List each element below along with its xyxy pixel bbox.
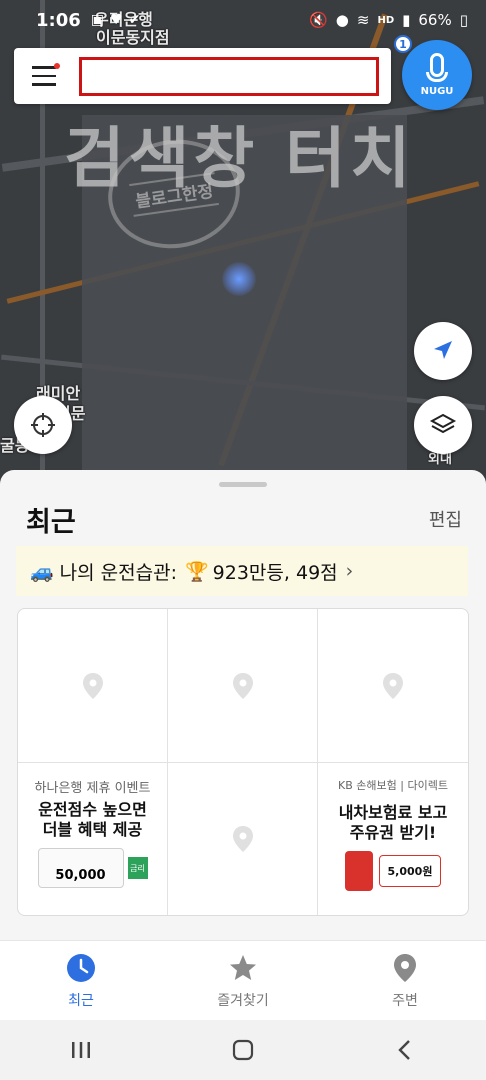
ad-subtitle: 하나은행 제휴 이벤트 bbox=[34, 781, 151, 796]
check-icon: ✔ bbox=[128, 12, 141, 28]
notification-icons: ▣ ♥ ✔ bbox=[91, 12, 141, 28]
trophy-icon: 🏆 bbox=[185, 560, 209, 583]
chevron-right-icon: › bbox=[345, 560, 354, 582]
system-navigation-bar bbox=[0, 1020, 486, 1080]
ad-amount: 50,000 bbox=[55, 868, 106, 883]
search-input[interactable] bbox=[79, 57, 379, 96]
kb-logo: KB 손해보험 | 다이렉트 bbox=[338, 779, 448, 792]
hana-bank-ad[interactable]: 하나은행 제휴 이벤트 운전점수 높으면 더블 혜택 제공 50,000 금리 bbox=[18, 763, 168, 915]
location-pin-icon bbox=[82, 672, 103, 699]
recent-place-slot[interactable] bbox=[18, 609, 168, 763]
bottom-navigation: 최근 즐겨찾기 주변 bbox=[0, 940, 486, 1020]
recent-place-slot[interactable] bbox=[168, 763, 318, 915]
kb-insurance-ad[interactable]: KB 손해보험 | 다이렉트 내차보험료 보고 주유권 받기! 5,000원 bbox=[318, 763, 468, 915]
fuel-pump-icon bbox=[345, 851, 373, 891]
network-label: HD bbox=[377, 14, 395, 26]
ad-headline: 내차보험료 보고 bbox=[338, 803, 448, 822]
nav-favorites[interactable]: 즐겨찾기 bbox=[162, 941, 324, 1020]
star-icon bbox=[230, 954, 256, 980]
clock-icon bbox=[67, 953, 95, 982]
nav-label: 주변 bbox=[392, 992, 418, 1009]
back-button[interactable] bbox=[385, 1030, 425, 1070]
menu-button[interactable] bbox=[14, 48, 74, 104]
home-button[interactable] bbox=[223, 1030, 263, 1070]
menu-icon bbox=[32, 66, 56, 69]
search-bar[interactable] bbox=[14, 48, 391, 104]
location-pin-icon bbox=[232, 826, 253, 852]
ad-graphic: 50,000 금리 bbox=[37, 848, 148, 888]
ad-graphic: 5,000원 bbox=[345, 851, 441, 891]
nav-label: 최근 bbox=[68, 992, 94, 1009]
ad-headline: 주유권 받기! bbox=[349, 823, 437, 842]
nugu-voice-button[interactable]: NUGU bbox=[402, 40, 472, 110]
recent-place-slot[interactable] bbox=[318, 609, 468, 763]
overlay-instruction-text: 검색창 터치 bbox=[64, 120, 415, 197]
bottom-sheet: 최근 편집 🚙 나의 운전습관: 🏆 923만등, 49점 › 하나은행 제휴 … bbox=[0, 470, 486, 940]
habit-prefix: 나의 운전습관: bbox=[59, 561, 177, 584]
home-icon bbox=[232, 1039, 254, 1061]
ad-headline: 운전점수 높으면 bbox=[38, 800, 147, 819]
signal-icon: ▮ bbox=[402, 11, 411, 29]
habit-score: 923만등, 49점 bbox=[212, 561, 338, 584]
heart-icon: ♥ bbox=[110, 12, 123, 28]
ad-headline: 더블 혜택 제공 bbox=[42, 820, 143, 839]
navigate-button[interactable] bbox=[414, 322, 472, 380]
mute-icon: 🔇 bbox=[309, 11, 328, 29]
location-icon: ● bbox=[335, 11, 349, 29]
crosshair-icon bbox=[31, 413, 55, 437]
wifi-icon: ≋ bbox=[356, 11, 370, 29]
location-pin-icon bbox=[232, 672, 253, 699]
nav-nearby[interactable]: 주변 bbox=[324, 941, 486, 1020]
nav-recent[interactable]: 최근 bbox=[0, 941, 162, 1020]
notification-dot bbox=[54, 63, 60, 69]
image-icon: ▣ bbox=[90, 12, 105, 28]
car-icon: 🚙 bbox=[30, 560, 54, 583]
microphone-icon bbox=[430, 53, 444, 77]
navigation-arrow-icon bbox=[434, 341, 452, 359]
recent-apps-icon bbox=[72, 1042, 90, 1058]
recent-place-slot[interactable] bbox=[168, 609, 318, 763]
current-location-dot bbox=[222, 262, 256, 296]
sheet-title: 최근 bbox=[26, 507, 76, 538]
back-icon bbox=[398, 1040, 410, 1060]
map-layers-button[interactable] bbox=[414, 396, 472, 454]
driving-habit-banner[interactable]: 🚙 나의 운전습관: 🏆 923만등, 49점 › bbox=[16, 546, 468, 596]
status-time: 1:06 bbox=[36, 9, 81, 31]
sheet-drag-handle[interactable] bbox=[219, 482, 267, 487]
recent-apps-button[interactable] bbox=[61, 1030, 101, 1070]
ad-amount: 5,000원 bbox=[387, 865, 433, 878]
nav-label: 즐겨찾기 bbox=[217, 992, 269, 1009]
battery-icon: ▯ bbox=[459, 11, 468, 29]
recent-places-grid: 하나은행 제휴 이벤트 운전점수 높으면 더블 혜택 제공 50,000 금리 … bbox=[17, 608, 469, 916]
nugu-badge: 1 bbox=[394, 35, 412, 53]
ad-tag: 금리 bbox=[127, 857, 148, 879]
nugu-label: NUGU bbox=[420, 86, 454, 97]
location-pin-icon bbox=[383, 672, 403, 699]
status-bar: 1:06 ▣ ♥ ✔ 🔇 ● ≋ HD ▮ 66% ▯ bbox=[0, 0, 486, 40]
location-pin-icon bbox=[394, 953, 416, 982]
battery-text: 66% bbox=[418, 11, 452, 29]
edit-button[interactable]: 편집 bbox=[429, 506, 462, 532]
recenter-button[interactable] bbox=[14, 396, 72, 454]
layers-icon bbox=[429, 413, 457, 434]
